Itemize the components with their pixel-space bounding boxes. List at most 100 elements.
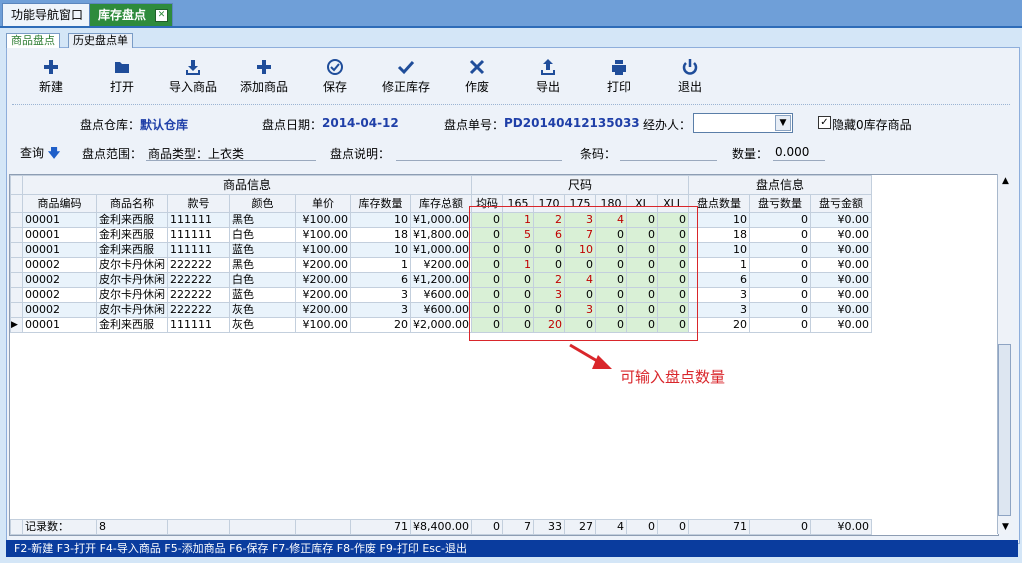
footer-row: 记录数： 8 71 ¥8,400.00 0 7 33 27 4 0 0 71 0 ¥0.00 <box>10 519 872 535</box>
add-goods-label: 添加商品 <box>239 80 288 94</box>
table-cell: 20 <box>350 317 411 333</box>
stock-table: 商品信息 尺码 盘点信息 商品编码 商品名称 款号 颜色 单价 库存数量 库存总额 均码 165… <box>10 175 872 333</box>
table-cell: ¥100.00 <box>295 212 351 228</box>
column-header[interactable]: 盘亏数量 <box>748 194 811 213</box>
footer-cell <box>229 519 296 535</box>
footer-cell: 记录数： <box>22 519 97 535</box>
new-button[interactable]: 新建 <box>16 58 86 95</box>
row-indicator[interactable] <box>10 242 23 258</box>
table-row[interactable]: 00002 皮尔卡丹休闲 222222 白色 ¥200.00 6 ¥1,200.00 0 0 2 4… <box>10 272 872 288</box>
table-row[interactable]: 00002 皮尔卡丹休闲 222222 黑色 ¥200.00 1 ¥200.00 0 1 0 0 0 0… <box>10 257 872 273</box>
footer-cell: 0 <box>470 519 503 535</box>
save-label: 保存 <box>322 80 347 94</box>
qty-field-line <box>773 160 825 161</box>
group-header-info: 商品信息 <box>22 175 472 195</box>
tab-goods-check[interactable]: 商品盘点 <box>6 33 60 48</box>
annotation-arrow <box>569 343 612 369</box>
table-row[interactable]: ▶ 00001 金利来西服 111111 灰色 ¥100.00 20 ¥2,000.00 0 0 2… <box>10 317 872 333</box>
footer-cell: 27 <box>563 519 596 535</box>
table-cell: ¥0.00 <box>809 302 872 318</box>
export-button[interactable]: 导出 <box>513 58 583 95</box>
column-header[interactable]: 款号 <box>167 194 230 213</box>
tab-history[interactable]: 历史盘点单 <box>68 33 133 48</box>
footer-cell: 33 <box>532 519 565 535</box>
footer-cell: 0 <box>656 519 689 535</box>
void-label: 作废 <box>464 80 489 94</box>
checkmark-icon <box>397 60 415 75</box>
table-cell: 皮尔卡丹休闲 <box>96 272 168 288</box>
fix-stock-button[interactable]: 修正库存 <box>371 58 441 95</box>
table-cell: 0 <box>748 242 811 258</box>
range-label: 盘点范围： <box>82 147 143 161</box>
scrollbar-thumb[interactable] <box>998 344 1011 516</box>
group-header-size: 尺码 <box>470 175 689 195</box>
table-row[interactable]: 00002 皮尔卡丹休闲 222222 灰色 ¥200.00 3 ¥600.00 0 0 0 3 0 0… <box>10 302 872 318</box>
row-indicator[interactable] <box>10 272 23 288</box>
table-row[interactable]: 00002 皮尔卡丹休闲 222222 蓝色 ¥200.00 3 ¥600.00 0 0 3 0 0 0… <box>10 287 872 303</box>
table-row[interactable]: 00001 金利来西服 111111 蓝色 ¥100.00 10 ¥1,000.00 0 0 0 1… <box>10 242 872 258</box>
column-header[interactable]: 商品名称 <box>96 194 168 213</box>
column-header[interactable]: 商品编码 <box>22 194 97 213</box>
row-indicator[interactable] <box>10 302 23 318</box>
hide-zero-checkbox[interactable]: ✓ <box>818 116 831 129</box>
column-header[interactable]: 盘亏金额 <box>809 194 872 213</box>
open-button[interactable]: 打开 <box>87 58 157 95</box>
qty-label: 数量： <box>732 147 769 161</box>
tab-stock-check[interactable]: 库存盘点 ✕ <box>89 3 174 26</box>
warehouse-label: 盘点仓库： <box>80 118 141 132</box>
print-button[interactable]: 打印 <box>584 58 654 95</box>
footer-cell: 71 <box>687 519 750 535</box>
scroll-down-icon[interactable]: ▼ <box>998 522 1013 532</box>
footer-cell: ¥8,400.00 <box>410 519 472 535</box>
table-cell: 00002 <box>22 287 97 303</box>
import-button[interactable]: 导入商品 <box>158 58 228 95</box>
editable-size-highlight <box>469 206 698 341</box>
table-cell: ¥200.00 <box>295 257 351 273</box>
table-cell: 金利来西服 <box>96 242 168 258</box>
table-cell: ¥200.00 <box>295 287 351 303</box>
save-button[interactable]: 保存 <box>300 58 370 95</box>
table-body: 00001 金利来西服 111111 黑色 ¥100.00 10 ¥1,000.00 0 1 2 3… <box>10 212 872 333</box>
tab-nav-window[interactable]: 功能导航窗口 <box>2 3 93 26</box>
exit-button[interactable]: 退出 <box>655 58 725 95</box>
desc-input[interactable] <box>396 160 562 161</box>
table-row[interactable]: 00001 金利来西服 111111 黑色 ¥100.00 10 ¥1,000.00 0 1 2 3… <box>10 212 872 228</box>
add-goods-button[interactable]: 添加商品 <box>229 58 299 95</box>
table-row[interactable]: 00001 金利来西服 111111 白色 ¥100.00 18 ¥1,800.00 0 5 6 7… <box>10 227 872 243</box>
x-icon <box>469 59 485 75</box>
order-no-label: 盘点单号： <box>444 118 505 132</box>
column-header[interactable]: 颜色 <box>229 194 296 213</box>
table-cell: 0 <box>748 317 811 333</box>
row-indicator[interactable]: ▶ <box>10 317 23 333</box>
barcode-input[interactable] <box>620 160 717 161</box>
table-cell: ¥100.00 <box>295 227 351 243</box>
column-header[interactable]: 单价 <box>295 194 351 213</box>
table-cell: ¥0.00 <box>809 287 872 303</box>
qty-input[interactable]: 0.000 <box>775 145 809 159</box>
chevron-down-icon[interactable]: ▼ <box>775 115 791 131</box>
row-indicator[interactable] <box>10 227 23 243</box>
handler-select[interactable]: ▼ <box>693 113 793 133</box>
table-cell: 6 <box>350 272 411 288</box>
column-header[interactable]: 库存总额 <box>410 194 472 213</box>
table-cell: 3 <box>350 287 411 303</box>
row-indicator <box>10 519 23 535</box>
footer-cell: 4 <box>594 519 627 535</box>
query-button[interactable]: 查询 🡇 <box>20 144 60 165</box>
table-cell: ¥0.00 <box>809 227 872 243</box>
export-label: 导出 <box>535 80 560 94</box>
scroll-up-icon[interactable]: ▲ <box>998 176 1013 186</box>
table-cell: 金利来西服 <box>96 212 168 228</box>
close-icon[interactable]: ✕ <box>155 9 169 22</box>
table-cell: ¥100.00 <box>295 242 351 258</box>
table-cell: ¥100.00 <box>295 317 351 333</box>
table-cell: 00001 <box>22 227 97 243</box>
row-indicator[interactable] <box>10 257 23 273</box>
void-button[interactable]: 作废 <box>442 58 512 95</box>
column-header[interactable]: 库存数量 <box>350 194 411 213</box>
row-indicator[interactable] <box>10 212 23 228</box>
table-cell: ¥200.00 <box>410 257 472 273</box>
table-cell: ¥200.00 <box>295 302 351 318</box>
row-indicator[interactable] <box>10 287 23 303</box>
table-cell: 222222 <box>167 257 230 273</box>
